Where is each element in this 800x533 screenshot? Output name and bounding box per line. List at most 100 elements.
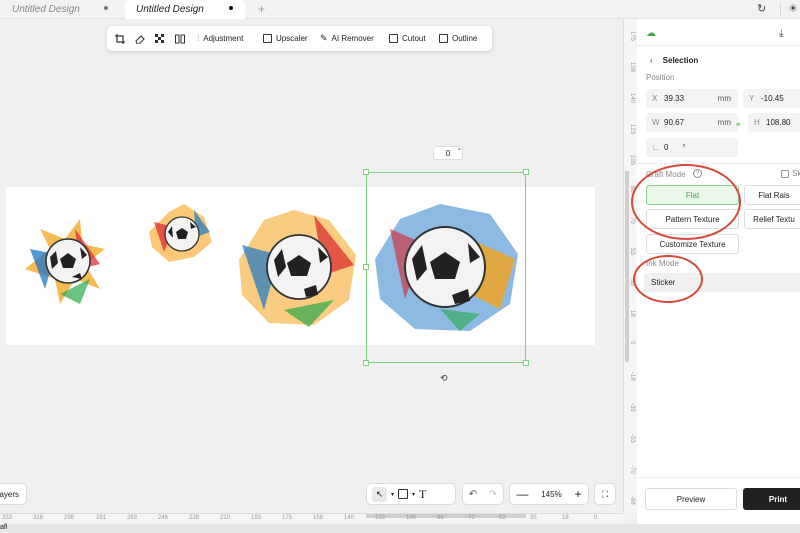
transparency-icon[interactable]: [155, 26, 175, 51]
select-pointer-icon[interactable]: ↖: [372, 486, 387, 502]
upscaler-button[interactable]: Upscaler: [263, 26, 320, 51]
tab-untitled-design-2[interactable]: Untitled Design: [125, 0, 245, 19]
tab-bar: Untitled Design Untitled Design + ↻ ☀: [0, 0, 800, 19]
cutout-icon: [389, 34, 398, 43]
divider: [637, 163, 800, 164]
adjustment-button[interactable]: ⫶ Adjustment: [197, 26, 263, 51]
drawing-tools: ↖ ▾ ▾ T: [366, 483, 456, 505]
position-label: Position: [646, 73, 675, 82]
tab-label: Untitled Design: [12, 4, 80, 15]
y-position-field[interactable]: Y -10.45: [743, 89, 800, 108]
y-label: Y: [749, 94, 755, 103]
h-value: 108.80: [766, 118, 791, 127]
y-value: -10.45: [761, 94, 784, 103]
selection-bounding-box[interactable]: [363, 169, 529, 366]
ruler-tick: 0: [629, 341, 635, 345]
cutout-button[interactable]: Cutout: [389, 26, 439, 51]
upscaler-label: Upscaler: [276, 34, 308, 43]
ruler-selection-highlight: [625, 171, 629, 362]
undo-icon[interactable]: ↶: [469, 489, 477, 500]
text-tool-icon[interactable]: T: [419, 487, 426, 502]
preview-button[interactable]: Preview: [645, 488, 737, 510]
cloud-sync-icon[interactable]: ☁: [646, 28, 656, 39]
ruler-tick: 105: [629, 155, 635, 166]
ruler-tick: 123: [629, 124, 635, 135]
resize-handle-bottom-right[interactable]: [523, 360, 529, 366]
annotation-circle: [631, 164, 741, 240]
annotation-circle: [633, 255, 703, 303]
h-label: H: [754, 118, 760, 127]
ruler-tick: 88: [437, 515, 444, 521]
eraser-icon[interactable]: [135, 26, 155, 51]
magic-eraser-icon: ✎: [320, 33, 328, 43]
outline-icon: [439, 34, 448, 43]
design-canvas[interactable]: ⫶ Adjustment Upscaler ✎ AI Remover Cutou…: [0, 19, 623, 513]
rotate-handle-icon[interactable]: ⟲: [440, 373, 448, 384]
ruler-tick: -70: [629, 465, 635, 474]
divider: [637, 45, 800, 46]
refresh-icon[interactable]: ↻: [757, 2, 766, 15]
sliders-icon: ⫶: [197, 33, 200, 43]
w-value: 90.67: [664, 118, 685, 127]
unsaved-dot-icon: [104, 6, 108, 10]
adjustment-label: Adjustment: [203, 34, 244, 43]
ruler-tick: 246: [158, 515, 169, 521]
lightbulb-icon[interactable]: ☀: [788, 2, 798, 15]
resize-handle-top-right[interactable]: [523, 169, 529, 175]
crop-icon[interactable]: [115, 26, 135, 51]
zoom-level[interactable]: 145%: [541, 490, 561, 499]
x-position-field[interactable]: X 39.33 mm: [646, 89, 738, 108]
rotation-value: 0: [445, 148, 451, 158]
resize-handle-bottom-left[interactable]: [363, 360, 369, 366]
new-tab-button[interactable]: +: [258, 2, 265, 16]
ruler-tick: -88: [629, 496, 635, 505]
customize-texture-label: Customize Texture: [659, 239, 726, 249]
ruler-tick: 210: [220, 515, 231, 521]
aspect-lock-link-icon[interactable]: ⚭: [735, 120, 742, 129]
image-toolbar: ⫶ Adjustment Upscaler ✎ AI Remover Cutou…: [107, 26, 492, 51]
tab-label: Untitled Design: [136, 4, 204, 15]
chevron-down-icon[interactable]: ▾: [412, 491, 415, 498]
flat-raised-mode-button[interactable]: Flat Rais: [744, 185, 800, 205]
upscale-icon: [263, 34, 272, 43]
soccer-ball-image-3[interactable]: [234, 205, 360, 329]
outline-label: Outline: [452, 34, 478, 43]
soccer-ball-image-2[interactable]: [144, 202, 214, 266]
ruler-tick: 316: [33, 515, 44, 521]
back-chevron-icon[interactable]: ‹: [650, 56, 653, 65]
chevron-down-icon[interactable]: ▾: [391, 491, 394, 498]
print-button[interactable]: Print: [743, 488, 800, 510]
flip-icon[interactable]: [175, 26, 197, 51]
zoom-in-button[interactable]: +: [575, 487, 582, 501]
height-field[interactable]: H 108.80: [748, 113, 800, 132]
ai-remover-button[interactable]: ✎ AI Remover: [320, 26, 389, 51]
download-icon[interactable]: ⤓: [779, 28, 783, 39]
layers-button[interactable]: ayers: [0, 483, 27, 505]
zoom-out-button[interactable]: —: [516, 487, 528, 501]
outline-button[interactable]: Outline: [439, 26, 485, 51]
redo-icon[interactable]: ↷: [489, 489, 497, 500]
w-unit: mm: [717, 118, 731, 127]
square-shape-icon[interactable]: [398, 489, 409, 499]
fit-to-screen-icon[interactable]: ⛶: [594, 483, 616, 505]
skip-checkbox[interactable]: [781, 170, 789, 178]
layers-label: ayers: [0, 489, 19, 499]
resize-handle-top-left[interactable]: [363, 169, 369, 175]
ruler-tick: 281: [96, 515, 107, 521]
relief-texture-button[interactable]: Relief Textu: [744, 209, 800, 229]
rotation-angle-field[interactable]: ∟ 0 °: [646, 138, 738, 157]
ruler-tick: 140: [629, 93, 635, 104]
ruler-tick: 70: [468, 515, 475, 521]
resize-handle-left[interactable]: [363, 264, 369, 270]
width-field[interactable]: W 90.67 mm: [646, 113, 738, 132]
tab-untitled-design-1[interactable]: Untitled Design: [0, 0, 120, 19]
ruler-tick: 70: [629, 217, 635, 224]
selection-header: ‹ Selection: [650, 56, 698, 65]
rotation-unit: °: [458, 148, 461, 155]
properties-panel: ☁ ⤓ ‹ Selection Position X 39.33 mm Y -1…: [631, 19, 800, 524]
x-value: 39.33: [664, 94, 685, 103]
soccer-ball-image-1[interactable]: [20, 209, 110, 309]
ruler-tick: 175: [629, 31, 635, 42]
ruler-tick: 158: [313, 515, 324, 521]
ruler-tick: 263: [127, 515, 138, 521]
